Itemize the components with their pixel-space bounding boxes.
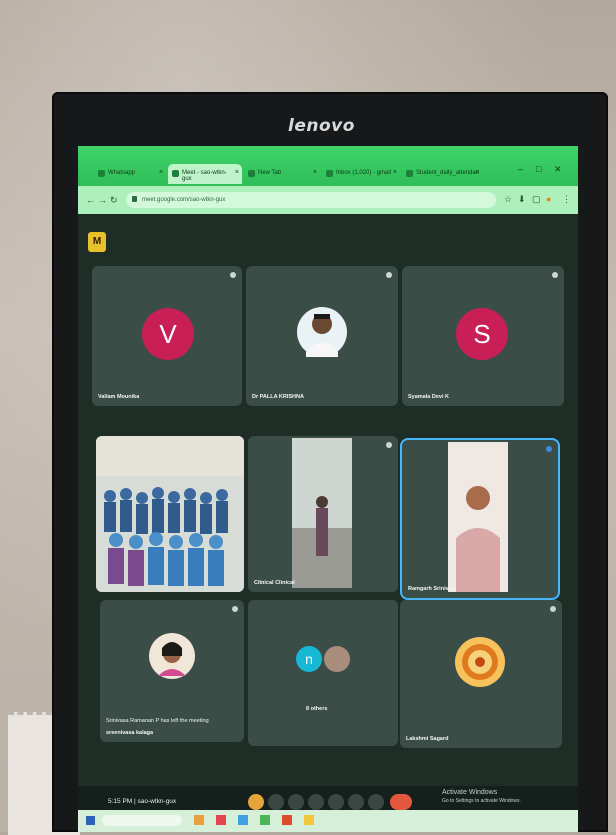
mic-muted-icon <box>550 606 556 612</box>
pin-icon <box>546 446 552 452</box>
taskbar-app-icon[interactable] <box>238 815 248 825</box>
participant-name: Vallam Mounika <box>98 394 140 400</box>
watermark-line: Activate Windows <box>442 789 498 796</box>
mic-muted-icon <box>386 442 392 448</box>
maximize-button[interactable]: □ <box>536 164 541 174</box>
browser-tab-bar: Whatsapp × Meet - sao-wtkn-gux × New Tab… <box>78 146 578 186</box>
participant-name: Lakshmi Sagard <box>406 736 449 742</box>
forward-icon[interactable]: → <box>98 195 107 205</box>
mic-icon[interactable] <box>268 794 284 810</box>
left-meeting-notice: Srinivasa Ramanan P has left the meeting <box>106 718 209 724</box>
participant-name: Dr PALLA KRISHNA <box>252 394 304 400</box>
menu-kebab-icon[interactable]: ⋮ <box>562 194 571 205</box>
participant-tile[interactable]: Lakshmi Sagard <box>400 600 562 748</box>
captions-icon[interactable] <box>308 794 324 810</box>
chrome-icon <box>248 170 255 177</box>
avatar: n <box>296 646 322 672</box>
windows-start-icon[interactable] <box>86 816 95 825</box>
meet-icon <box>172 170 179 177</box>
taskbar-app-icon[interactable] <box>216 815 226 825</box>
participant-name: Ramgarh Srinivas <box>408 586 455 592</box>
tab-label: Student_daily_attendan <box>416 170 480 176</box>
end-call-button[interactable] <box>390 794 412 810</box>
participant-tile[interactable]: Dr PALLA KRISHNA <box>246 266 398 406</box>
bookmark-star-icon[interactable]: ☆ <box>504 194 512 205</box>
reaction-icon[interactable] <box>248 794 264 810</box>
sheets-icon <box>406 170 413 177</box>
speaker-video-feed <box>448 442 508 592</box>
tab-label: Whatsapp <box>108 170 136 176</box>
participant-name: Clinical Clinical <box>254 580 295 586</box>
download-icon[interactable]: ⬇ <box>518 194 526 205</box>
watermark-line: Go to Settings to activate Windows. <box>442 798 521 804</box>
mic-muted-icon <box>232 606 238 612</box>
mic-muted-icon <box>230 272 236 278</box>
whatsapp-icon <box>98 170 105 177</box>
avatar: S <box>456 308 508 360</box>
close-icon[interactable]: × <box>235 169 239 176</box>
participant-tile[interactable]: V Vallam Mounika <box>92 266 242 406</box>
mic-muted-icon <box>386 272 392 278</box>
extensions-icon[interactable]: ▢ <box>532 194 541 205</box>
tab-whatsapp[interactable]: Whatsapp × <box>94 164 166 184</box>
back-icon[interactable]: ← <box>86 195 95 205</box>
avatar-photo <box>324 646 350 672</box>
monitor-brand-logo: lenovo <box>288 116 355 136</box>
others-count: 8 others <box>306 706 328 712</box>
participant-tile[interactable] <box>96 436 244 592</box>
close-icon[interactable]: × <box>159 169 163 176</box>
mic-muted-icon <box>552 272 558 278</box>
participant-tile[interactable]: S Syamala Devi K <box>402 266 564 406</box>
taskbar-app-icon[interactable] <box>282 815 292 825</box>
raise-hand-icon[interactable] <box>348 794 364 810</box>
close-icon[interactable]: × <box>313 169 317 176</box>
reload-icon[interactable]: ↻ <box>110 195 118 206</box>
tab-label: Meet - sao-wtkn-gux <box>182 170 227 182</box>
group-video-feed <box>96 436 244 592</box>
tab-attendance[interactable]: Student_daily_attendan × <box>402 164 482 184</box>
avatar <box>149 633 195 679</box>
avatar: V <box>142 308 194 360</box>
tab-meet[interactable]: Meet - sao-wtkn-gux × <box>168 164 242 184</box>
minimize-button[interactable]: – <box>518 164 523 174</box>
participant-tile[interactable]: Srinivasa Ramanan P has left the meeting… <box>100 600 244 742</box>
meeting-time-code: 5:15 PM | sao-wtkn-gux <box>108 798 177 805</box>
participant-tile[interactable]: Clinical Clinical <box>248 436 398 592</box>
tab-label: Inbox (1,020) - gmail <box>336 170 392 176</box>
participant-name: sreenivasa kalaga <box>106 730 154 736</box>
taskbar-app-icon[interactable] <box>304 815 314 825</box>
lock-icon <box>132 196 137 202</box>
activate-windows-watermark: Activate Windows Go to Settings to activ… <box>442 788 521 806</box>
taskbar-search-box[interactable] <box>102 815 182 826</box>
taskbar-app-icon[interactable] <box>260 815 270 825</box>
address-bar: ← → ↻ meet.google.com/sao-wtkn-gux ☆ ⬇ ▢… <box>78 186 578 214</box>
room-video-feed <box>292 438 352 588</box>
avatar <box>297 307 347 357</box>
profile-avatar-icon[interactable]: ● <box>546 194 551 204</box>
taskbar-app-icon[interactable] <box>194 815 204 825</box>
monitor-screen: Whatsapp × Meet - sao-wtkn-gux × New Tab… <box>78 146 578 832</box>
participant-tile-others[interactable]: n 8 others <box>248 600 398 746</box>
close-icon[interactable]: × <box>393 169 397 176</box>
windows-taskbar <box>78 810 578 832</box>
close-window-button[interactable]: ✕ <box>554 164 562 175</box>
gmail-icon <box>326 170 333 177</box>
participant-tile-speaking[interactable]: Ramgarh Srinivas <box>402 440 558 598</box>
mandala-avatar <box>455 637 505 687</box>
meet-host-badge: M <box>88 232 106 252</box>
more-options-icon[interactable] <box>368 794 384 810</box>
camera-icon[interactable] <box>288 794 304 810</box>
tab-gmail[interactable]: Inbox (1,020) - gmail × <box>322 164 400 184</box>
tab-label: New Tab <box>258 170 282 176</box>
participant-name: Syamala Devi K <box>408 394 449 400</box>
tab-new[interactable]: New Tab × <box>244 164 320 184</box>
present-icon[interactable] <box>328 794 344 810</box>
url-field[interactable]: meet.google.com/sao-wtkn-gux <box>126 192 496 208</box>
close-icon[interactable]: × <box>475 169 479 176</box>
url-text: meet.google.com/sao-wtkn-gux <box>142 197 226 203</box>
meet-call-area: M V Vallam Mounika Dr PALLA KRISHNA S Sy… <box>78 214 578 786</box>
